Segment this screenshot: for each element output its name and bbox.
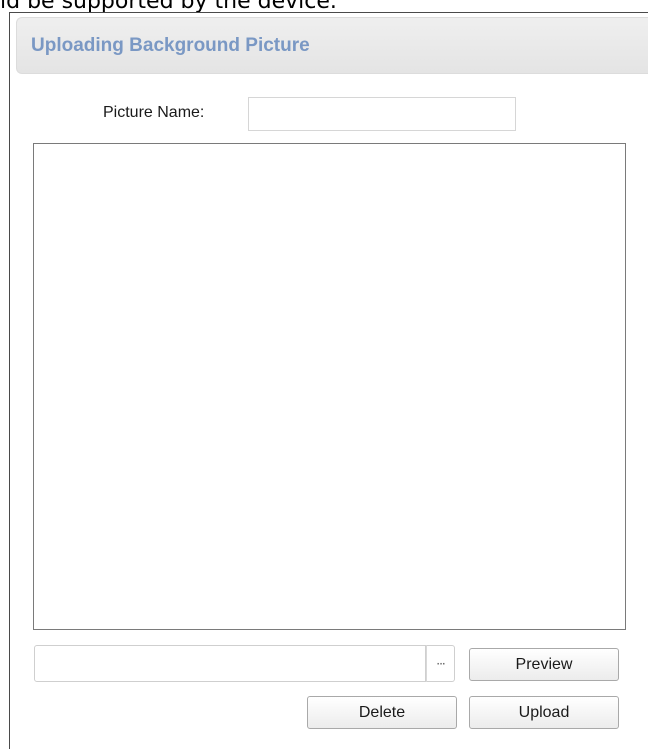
dialog-title: Uploading Background Picture [31,35,310,56]
dialog-header: Uploading Background Picture [16,17,648,74]
browse-button[interactable]: ··· [426,645,455,682]
picture-name-label: Picture Name: [103,104,205,121]
file-path-input[interactable] [34,645,426,682]
delete-button[interactable]: Delete [307,696,457,729]
picture-name-input[interactable] [248,97,516,131]
upload-background-dialog: Uploading Background Picture Picture Nam… [9,12,648,749]
upload-button[interactable]: Upload [469,696,619,729]
picture-preview-area [33,143,626,630]
preview-button[interactable]: Preview [469,648,619,681]
